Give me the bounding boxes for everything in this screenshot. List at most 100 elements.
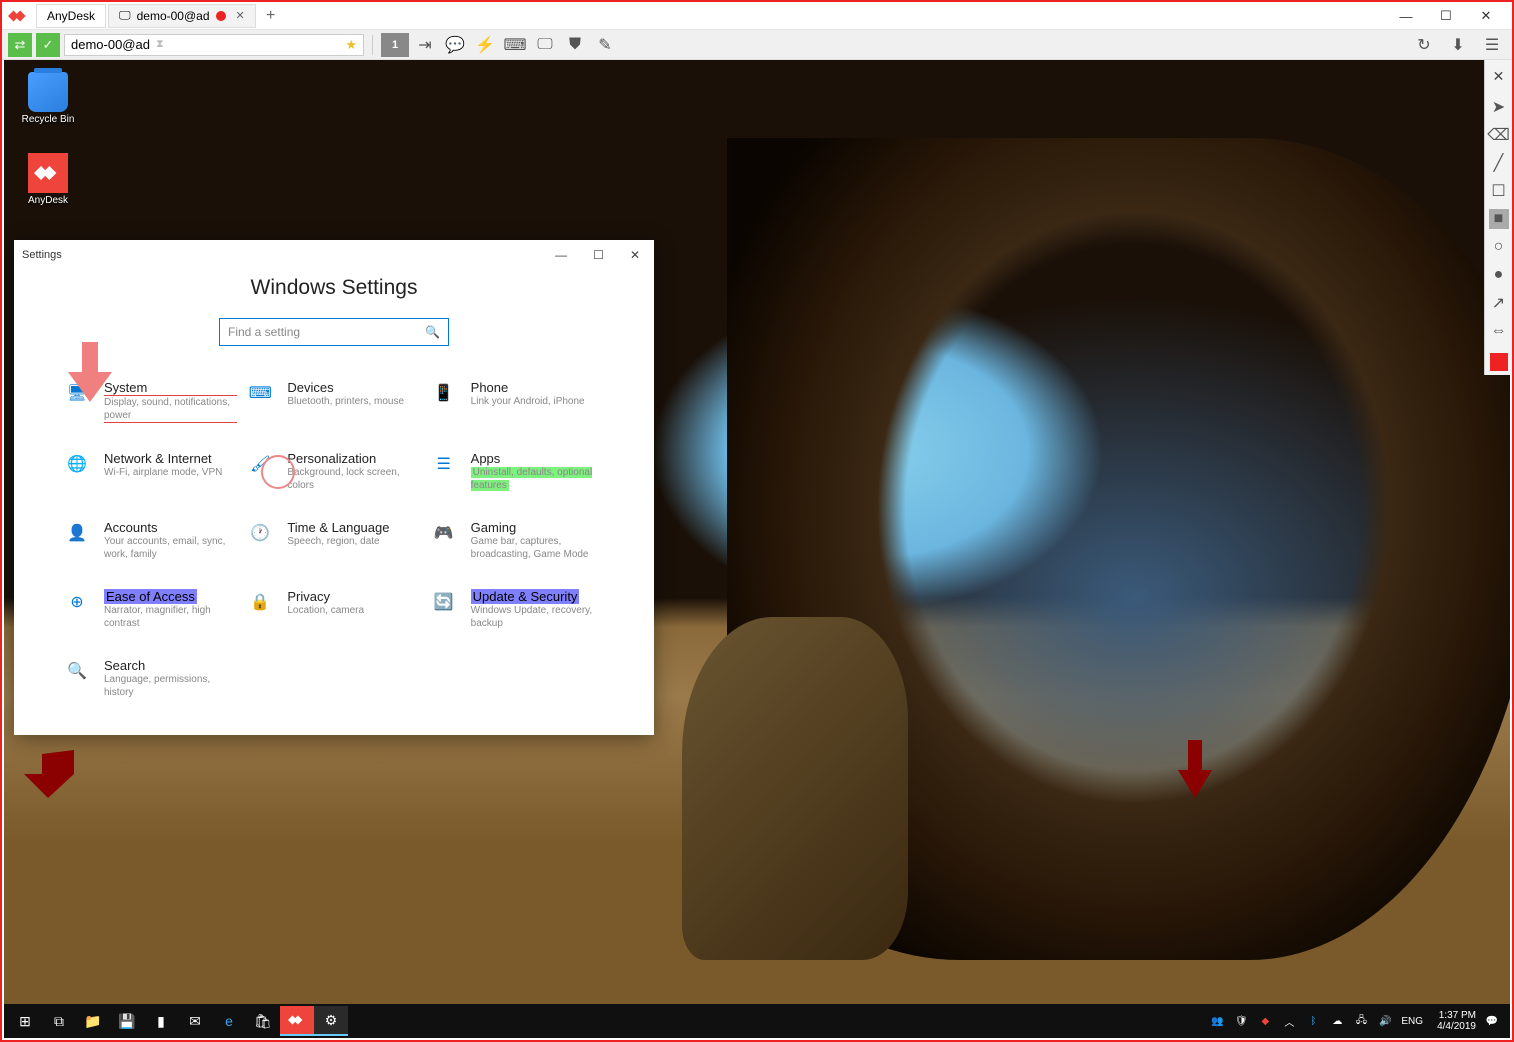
tool-line[interactable]: ╱ <box>1489 153 1509 173</box>
download-button[interactable]: ⬇ <box>1444 33 1472 57</box>
settings-item-privacy[interactable]: 🔒 PrivacyLocation, camera <box>247 589 420 630</box>
settings-item-network[interactable]: 🌐 Network & InternetWi-Fi, airplane mode… <box>64 451 237 492</box>
address-text: demo-00@ad <box>71 37 150 52</box>
ease-icon: ⊕ <box>64 589 90 615</box>
settings-item-gaming[interactable]: 🎮 GamingGame bar, captures, broadcasting… <box>431 520 604 561</box>
tab-home[interactable]: AnyDesk <box>36 4 106 28</box>
tab-session-label: demo-00@ad <box>137 9 210 23</box>
recycle-bin-icon <box>28 72 68 112</box>
tray-onedrive-icon[interactable]: ☁ <box>1329 1016 1345 1027</box>
update-icon: 🔄 <box>431 589 457 615</box>
privacy-icon: 🔒 <box>247 589 273 615</box>
window-minimize-button[interactable]: — <box>1386 2 1426 30</box>
accounts-icon: 👤 <box>64 520 90 546</box>
settings-title: Windows Settings <box>14 276 654 300</box>
settings-window[interactable]: Settings — ☐ ✕ Windows Settings Find a s… <box>14 240 654 735</box>
desktop-icon-anydesk[interactable]: AnyDesk <box>18 153 78 206</box>
tray-people-icon[interactable]: 👥 <box>1209 1016 1225 1027</box>
taskbar-settings[interactable]: ⚙ <box>314 1006 348 1036</box>
display-button[interactable]: 🖵 <box>531 33 559 57</box>
session-accept-button[interactable]: ✓ <box>36 33 60 57</box>
hourglass-icon: ⧗ <box>156 38 164 51</box>
settings-item-phone[interactable]: 📱 PhoneLink your Android, iPhone <box>431 380 604 423</box>
tool-ellipse-outline[interactable]: ○ <box>1489 237 1509 257</box>
taskbar-cmd[interactable]: ▮ <box>144 1006 178 1036</box>
remote-desktop-view[interactable]: Recycle Bin AnyDesk Settings — ☐ ✕ Windo… <box>4 60 1510 1038</box>
monitor-icon: 🖵 <box>119 8 131 23</box>
settings-minimize-button[interactable]: — <box>549 246 573 264</box>
settings-close-button[interactable]: ✕ <box>624 246 646 264</box>
tray-notifications-icon[interactable]: 💬 <box>1484 1016 1500 1027</box>
fullscreen-button[interactable]: ⇥ <box>411 33 439 57</box>
taskbar-mail[interactable]: ✉ <box>178 1006 212 1036</box>
settings-item-personalization[interactable]: 🖌 PersonalizationBackground, lock screen… <box>247 451 420 492</box>
monitor-select-button[interactable]: 1 <box>381 33 409 57</box>
search-icon: 🔍 <box>425 325 440 339</box>
settings-titlebar[interactable]: Settings — ☐ ✕ <box>14 240 654 270</box>
permissions-button[interactable]: ⛊ <box>561 33 589 57</box>
anydesk-toolbar: ⇄ ✓ demo-00@ad ⧗ ★ 1 ⇥ 💬 ⚡ ⌨ 🖵 ⛊ ✎ ↻ ⬇ ☰ <box>2 30 1512 60</box>
address-bar[interactable]: demo-00@ad ⧗ ★ <box>64 34 364 56</box>
taskbar-store[interactable]: 🛍 <box>246 1006 280 1036</box>
settings-item-update[interactable]: 🔄 Update & SecurityWindows Update, recov… <box>431 589 604 630</box>
tool-pointer[interactable]: ➤ <box>1489 97 1509 117</box>
tool-arrow[interactable]: ↗ <box>1489 293 1509 313</box>
settings-item-system[interactable]: 🖥 System Display, sound, notifications, … <box>64 380 237 423</box>
taskbar-edge[interactable]: e <box>212 1006 246 1036</box>
chat-button[interactable]: 💬 <box>441 33 469 57</box>
start-button[interactable]: ⊞ <box>8 1006 42 1036</box>
window-close-button[interactable]: ✕ <box>1466 2 1506 30</box>
tray-chevron-up-icon[interactable]: ︿ <box>1281 1014 1297 1029</box>
settings-item-apps[interactable]: ☰ AppsUninstall, defaults, optional feat… <box>431 451 604 492</box>
tool-eraser[interactable]: ⌫ <box>1489 125 1509 145</box>
tool-ellipse-fill[interactable]: ● <box>1489 265 1509 285</box>
menu-button[interactable]: ☰ <box>1478 33 1506 57</box>
anydesk-titlebar: AnyDesk 🖵 demo-00@ad ✕ + — ☐ ✕ <box>2 2 1512 30</box>
settings-maximize-button[interactable]: ☐ <box>587 246 610 264</box>
search-placeholder: Find a setting <box>228 325 300 339</box>
connect-button[interactable]: ⇄ <box>8 33 32 57</box>
windows-taskbar: ⊞ ⧉ 📁 💾 ▮ ✉ e 🛍 ⚙ 👥 🛡 ◆ ︿ ᛒ ☁ 🖧 🔊 ENG 1:… <box>4 1004 1510 1038</box>
settings-item-ease[interactable]: ⊕ Ease of AccessNarrator, magnifier, hig… <box>64 589 237 630</box>
tool-rect-fill[interactable]: ■ <box>1489 209 1509 229</box>
taskbar-save[interactable]: 💾 <box>110 1006 144 1036</box>
devices-icon: ⌨ <box>247 380 273 406</box>
settings-search-input[interactable]: Find a setting 🔍 <box>219 318 449 346</box>
window-maximize-button[interactable]: ☐ <box>1426 2 1466 30</box>
settings-item-time[interactable]: 🕐 Time & LanguageSpeech, region, date <box>247 520 420 561</box>
close-tab-icon[interactable]: ✕ <box>236 9 245 22</box>
tab-session[interactable]: 🖵 demo-00@ad ✕ <box>108 4 256 28</box>
tray-volume-icon[interactable]: 🔊 <box>1377 1016 1393 1027</box>
anydesk-icon <box>28 153 68 193</box>
tab-home-label: AnyDesk <box>47 9 95 23</box>
separator <box>372 35 373 55</box>
apps-icon: ☰ <box>431 451 457 477</box>
tool-rect-outline[interactable]: ☐ <box>1489 181 1509 201</box>
tray-security-icon[interactable]: 🛡 <box>1233 1016 1249 1027</box>
actions-button[interactable]: ⚡ <box>471 33 499 57</box>
color-swatch[interactable] <box>1490 353 1508 371</box>
taskbar-clock[interactable]: 1:37 PM 4/4/2019 <box>1437 1010 1476 1033</box>
keyboard-button[interactable]: ⌨ <box>501 33 529 57</box>
personalization-icon: 🖌 <box>247 451 273 477</box>
tray-anydesk-icon[interactable]: ◆ <box>1257 1016 1273 1027</box>
desktop-icon-recycle-bin[interactable]: Recycle Bin <box>18 72 78 125</box>
taskbar-explorer[interactable]: 📁 <box>76 1006 110 1036</box>
whiteboard-close-button[interactable]: ✕ <box>1489 64 1509 89</box>
new-tab-button[interactable]: + <box>258 4 284 28</box>
tray-network-icon[interactable]: 🖧 <box>1353 1013 1369 1030</box>
tray-language[interactable]: ENG <box>1401 1016 1423 1027</box>
settings-item-devices[interactable]: ⌨ DevicesBluetooth, printers, mouse <box>247 380 420 423</box>
task-view-button[interactable]: ⧉ <box>42 1006 76 1036</box>
wallpaper-detail <box>682 617 908 959</box>
recording-icon <box>216 11 226 21</box>
tool-double-arrow[interactable]: ⇔ <box>1489 321 1509 341</box>
taskbar-anydesk[interactable] <box>280 1006 314 1036</box>
favorite-icon[interactable]: ★ <box>345 37 357 53</box>
settings-item-accounts[interactable]: 👤 AccountsYour accounts, email, sync, wo… <box>64 520 237 561</box>
whiteboard-button[interactable]: ✎ <box>591 33 619 57</box>
time-icon: 🕐 <box>247 520 273 546</box>
tray-bluetooth-icon[interactable]: ᛒ <box>1305 1016 1321 1027</box>
settings-item-search[interactable]: 🔍 SearchLanguage, permissions, history <box>64 658 237 699</box>
history-button[interactable]: ↻ <box>1410 33 1438 57</box>
